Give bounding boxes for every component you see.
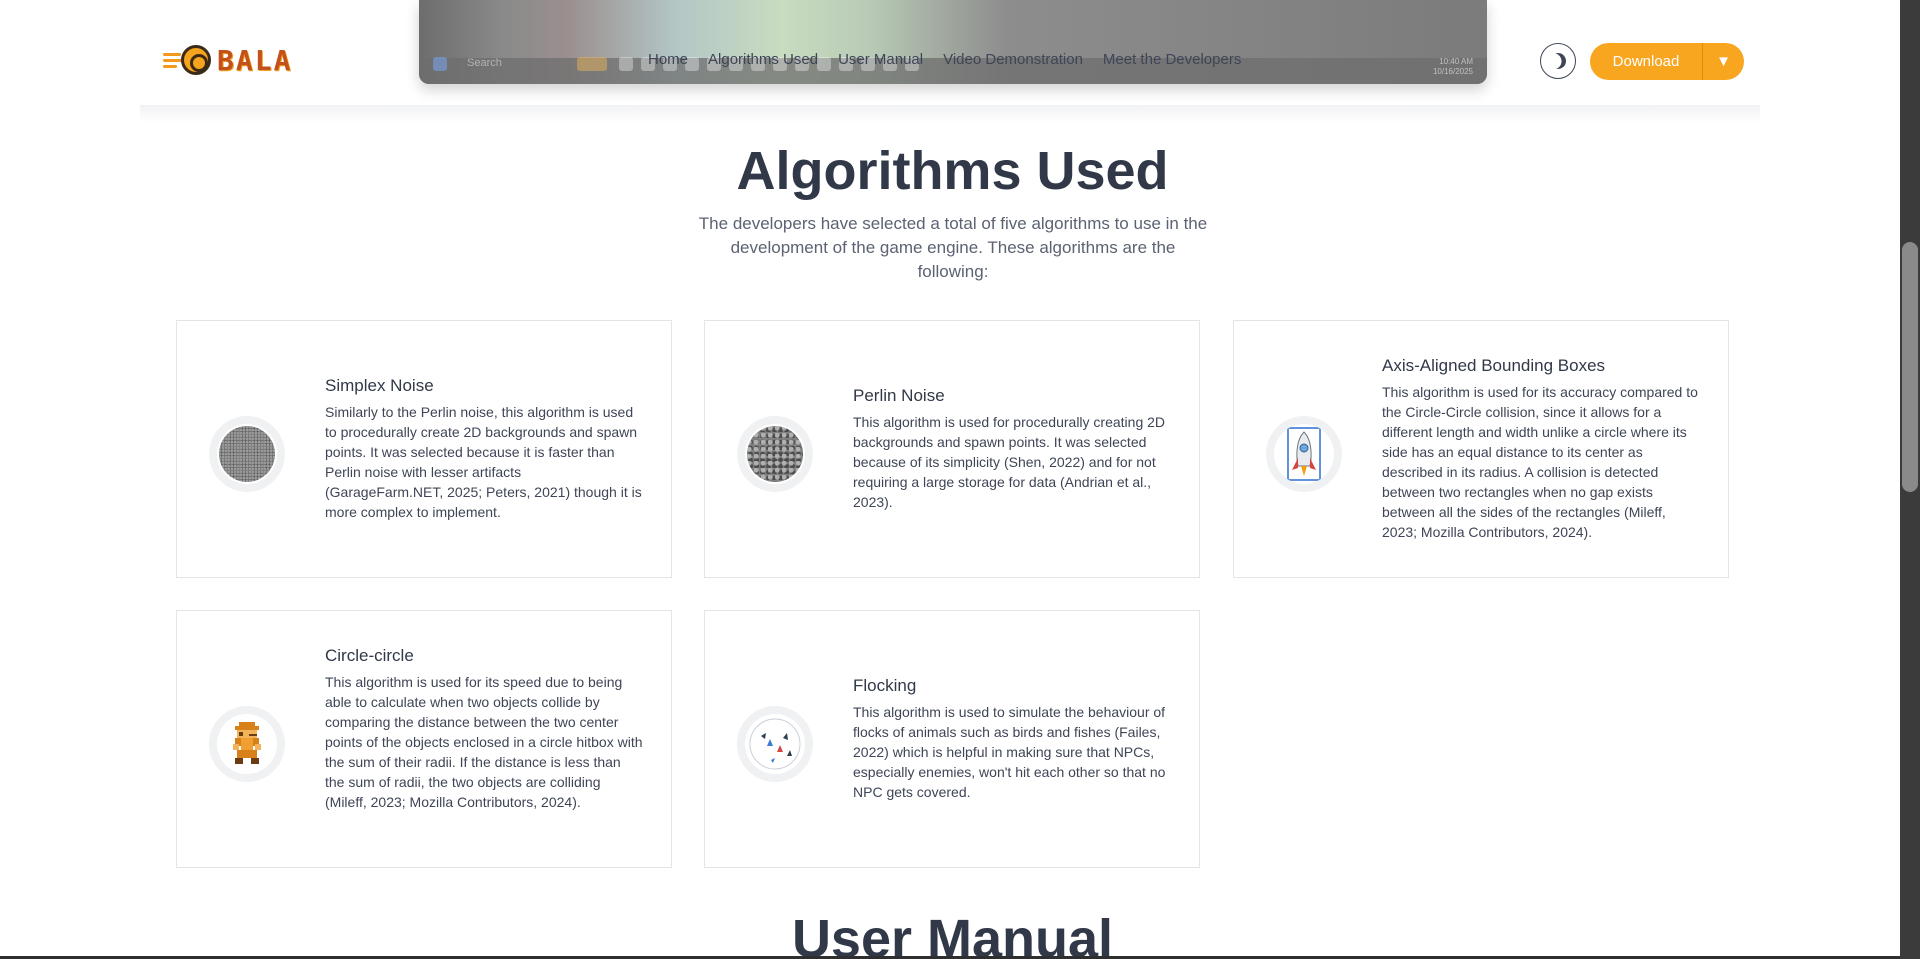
gear-wheel-icon xyxy=(181,45,211,75)
card-title: Perlin Noise xyxy=(853,386,945,405)
header-shadow xyxy=(140,105,1760,123)
windows-start-icon xyxy=(433,57,447,71)
nav-algorithms-used[interactable]: Algorithms Used xyxy=(698,51,828,68)
download-dropdown-button[interactable]: ▼ xyxy=(1703,43,1744,80)
main-nav: Home Algorithms Used User Manual Video D… xyxy=(638,51,1251,68)
download-button[interactable]: Download xyxy=(1590,43,1703,80)
preview-date: 10/16/2025 xyxy=(1432,67,1473,76)
card-icon-frame xyxy=(209,706,285,782)
site-header: Search 10:40 AM 10/16/2025 BALA Home Alg… xyxy=(0,0,1900,123)
algorithm-card-simplex-noise: Simplex Noise Similarly to the Perlin no… xyxy=(176,320,672,578)
download-button-group: Download ▼ xyxy=(1590,43,1744,80)
card-body: This algorithm is used to simulate the b… xyxy=(853,704,1166,800)
moon-icon xyxy=(1547,50,1569,72)
simplex-noise-icon xyxy=(219,426,275,482)
preview-widget-icon xyxy=(577,57,607,71)
app-preview-screenshot: Search 10:40 AM 10/16/2025 xyxy=(419,0,1487,84)
card-icon-frame xyxy=(209,416,285,492)
nav-user-manual[interactable]: User Manual xyxy=(828,51,933,68)
nav-video-demonstration[interactable]: Video Demonstration xyxy=(933,51,1093,68)
section-title: Algorithms Used xyxy=(736,141,1169,201)
card-title: Circle-circle xyxy=(325,646,414,665)
algorithm-card-aabb: Axis-Aligned Bounding Boxes This algorit… xyxy=(1233,320,1729,578)
nav-home[interactable]: Home xyxy=(638,51,698,68)
card-icon-frame xyxy=(737,706,813,782)
page-scrollbar[interactable] xyxy=(1900,0,1920,959)
algorithm-card-flocking: Flocking This algorithm is used to simul… xyxy=(704,610,1200,868)
preview-search-text: Search xyxy=(467,57,502,69)
card-body: This algorithm is used for its accuracy … xyxy=(1382,384,1698,540)
scrollbar-thumb[interactable] xyxy=(1902,242,1918,492)
card-body: This algorithm is used for its speed due… xyxy=(325,674,643,810)
preview-time: 10:40 AM xyxy=(1439,57,1473,66)
card-icon-frame xyxy=(737,416,813,492)
card-title: Axis-Aligned Bounding Boxes xyxy=(1382,356,1606,375)
rocket-icon xyxy=(1287,427,1321,481)
card-title: Flocking xyxy=(853,676,917,695)
perlin-noise-icon xyxy=(747,426,803,482)
mario-sprite-icon xyxy=(233,722,261,764)
theme-toggle-button[interactable] xyxy=(1540,43,1576,79)
preview-clock: 10:40 AM 10/16/2025 xyxy=(1433,57,1473,77)
card-title: Simplex Noise xyxy=(325,376,434,395)
card-body: Similarly to the Perlin noise, this algo… xyxy=(325,404,642,520)
user-manual-section-title: User Manual xyxy=(791,909,1114,959)
preview-app-icon xyxy=(619,57,633,71)
algorithm-card-circle-circle: Circle-circle This algorithm is used for… xyxy=(176,610,672,868)
flocking-birds-icon xyxy=(749,718,801,770)
section-subtitle: The developers have selected a total of … xyxy=(698,214,1208,281)
nav-meet-the-developers[interactable]: Meet the Developers xyxy=(1093,51,1251,68)
algorithm-card-perlin-noise: Perlin Noise This algorithm is used for … xyxy=(704,320,1200,578)
card-body: This algorithm is used for procedurally … xyxy=(853,414,1166,510)
logo-text: BALA xyxy=(217,43,293,77)
site-logo[interactable]: BALA xyxy=(163,42,292,78)
card-icon-frame xyxy=(1266,416,1342,492)
